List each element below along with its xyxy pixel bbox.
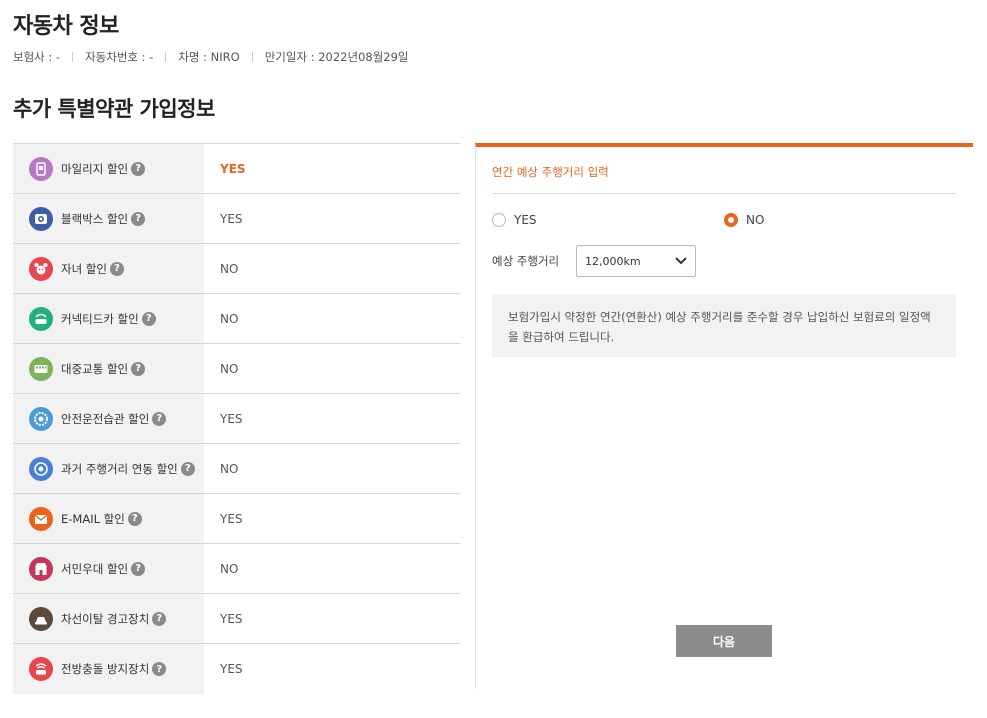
discount-row: 블랙박스 할인? YES [13,194,460,244]
discount-table: 마일리지 할인? YES 블랙박스 할인? YES 자녀 할인? NO 커넥티드카 할인? N… [13,143,460,694]
mileage-icon [29,156,53,181]
mileage-panel: 연간 예상 주행거리 입력 YES NO 예상 주행거리 12,000km 보험… [475,143,973,689]
radio-no-label: NO [746,213,765,227]
help-icon[interactable]: ? [152,611,167,626]
discount-label-cell: 블랙박스 할인? [13,194,204,243]
discount-value: NO [220,361,239,376]
next-button[interactable]: 다음 [676,625,772,657]
discount-label: 차선이탈 경고장치 [61,611,150,626]
discount-value: NO [220,261,239,276]
discount-label-cell: 마일리지 할인? [13,144,204,193]
discount-value: YES [220,211,243,226]
help-icon[interactable]: ? [141,311,156,326]
discount-value: NO [220,561,239,576]
discount-label: 커넥티드카 할인 [61,311,139,326]
safe-driving-icon [29,406,53,431]
radio-no[interactable]: NO [724,213,764,227]
discount-value: YES [220,411,243,426]
help-icon[interactable]: ? [109,261,124,276]
help-icon[interactable]: ? [131,211,146,226]
discount-value: NO [220,311,239,326]
chevron-down-icon [675,255,687,268]
help-icon[interactable]: ? [131,161,146,176]
shop-icon [29,556,53,581]
child-icon [29,256,53,281]
discount-value[interactable]: YES [204,144,460,193]
discount-row: 자녀 할인? NO [13,244,460,294]
discount-label: 자녀 할인 [61,261,107,276]
discount-label-cell: E-MAIL 할인? [13,494,204,543]
divider [251,52,253,62]
connected-car-icon [29,306,53,331]
discount-row: 서민우대 할인? NO [13,544,460,594]
odometer-icon [29,456,53,481]
lane-departure-icon [29,606,53,631]
discount-label-cell: 자녀 할인? [13,244,204,293]
car-name-text: 차명 : NIRO [178,50,240,64]
distance-label: 예상 주행거리 [492,254,560,268]
panel-title: 연간 예상 주행거리 입력 [492,165,609,179]
discount-label-cell: 과거 주행거리 연동 할인? [13,444,204,493]
page-title: 자동차 정보 [13,14,119,39]
help-icon[interactable]: ? [131,561,146,576]
discount-row: E-MAIL 할인? YES [13,494,460,544]
discount-row: 차선이탈 경고장치? YES [13,594,460,644]
section-title: 추가 특별약관 가입정보 [13,97,215,121]
panel-divider [492,193,956,194]
distance-select-value: 12,000km [585,254,641,268]
notice-box: 보험가입시 약정한 연간(연환산) 예상 주행거리를 준수할 경우 납입하신 보… [492,294,956,357]
notice-text: 보험가입시 약정한 연간(연환산) 예상 주행거리를 준수할 경우 납입하신 보… [508,310,931,344]
help-icon[interactable]: ? [127,511,142,526]
car-number-text: 자동차번호 : - [85,50,154,64]
discount-value: NO [220,461,239,476]
discount-label: 블랙박스 할인 [61,211,129,226]
bus-icon [29,356,53,381]
collision-warning-icon [29,657,53,681]
discount-row: 커넥티드카 할인? NO [13,294,460,344]
discount-label: 전방충돌 방지장치 [61,662,150,676]
email-icon [29,506,53,531]
discount-value: YES [220,662,243,676]
insurer-text: 보험사 : - [13,50,61,64]
discount-label: 서민우대 할인 [61,561,129,576]
radio-yes-circle[interactable] [492,213,506,227]
discount-value: YES [220,511,243,526]
help-icon[interactable]: ? [180,461,195,476]
radio-yes[interactable]: YES [492,213,537,227]
discount-label: E-MAIL 할인 [61,511,125,526]
distance-select[interactable]: 12,000km [576,245,696,277]
discount-row: 안전운전습관 할인? YES [13,394,460,444]
radio-no-circle[interactable] [724,213,738,227]
help-icon[interactable]: ? [152,411,167,426]
discount-row: 마일리지 할인? YES [13,144,460,194]
discount-label: 과거 주행거리 연동 할인 [61,461,178,476]
discount-label-cell: 전방충돌 방지장치? [13,644,204,694]
discount-value: YES [220,611,243,626]
policy-info-line: 보험사 : - 자동차번호 : - 차명 : NIRO 만기일자 : 2022년… [13,49,409,65]
divider [72,52,74,62]
radio-yes-label: YES [514,213,537,227]
discount-label-cell: 차선이탈 경고장치? [13,594,204,643]
expiry-date-text: 만기일자 : 2022년08월29일 [264,50,409,64]
discount-label: 안전운전습관 할인 [61,411,150,426]
dashcam-icon [29,206,53,231]
help-icon[interactable]: ? [131,361,146,376]
discount-label: 대중교통 할인 [61,361,129,376]
divider [165,52,167,62]
discount-row: 대중교통 할인? NO [13,344,460,394]
discount-label-cell: 대중교통 할인? [13,344,204,393]
discount-label-cell: 서민우대 할인? [13,544,204,593]
discount-label-cell: 커넥티드카 할인? [13,294,204,343]
discount-label: 마일리지 할인 [61,161,129,176]
discount-label-cell: 안전운전습관 할인? [13,394,204,443]
help-icon[interactable]: ? [152,662,167,676]
discount-row: 과거 주행거리 연동 할인? NO [13,444,460,494]
discount-row: 전방충돌 방지장치? YES [13,644,460,694]
